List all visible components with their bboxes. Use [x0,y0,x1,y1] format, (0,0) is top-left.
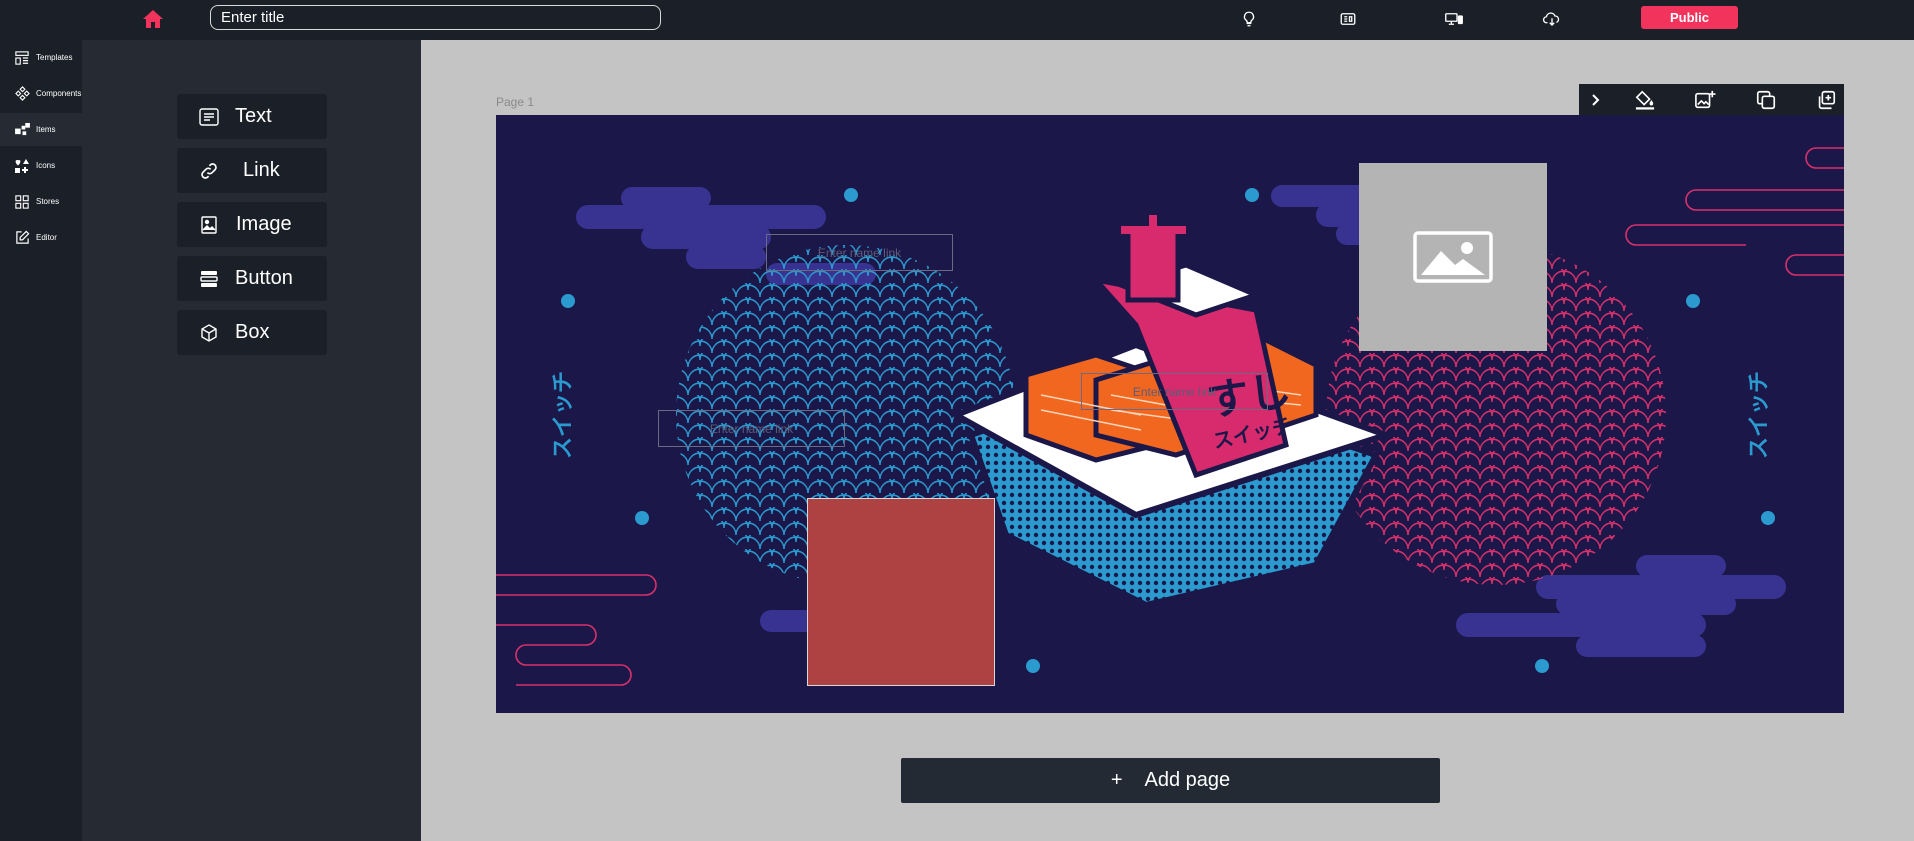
link-element[interactable]: Enter name link [766,234,953,271]
nav-label: Icons [36,161,56,170]
home-icon[interactable] [141,7,165,31]
stores-icon [14,194,30,210]
nav-item-editor[interactable]: Editor [0,221,82,254]
item-button-button[interactable]: Button [177,256,327,301]
item-label: Link [243,159,280,181]
items-panel: Text Link Image Button Box [82,40,421,841]
image-placeholder[interactable] [1359,163,1547,351]
nav-label: Items [36,125,56,134]
top-bar: Public [0,0,1914,40]
layout-icon[interactable] [1336,7,1360,31]
text-icon [199,107,219,127]
items-icon [14,122,30,138]
nav-item-templates[interactable]: Templates [0,41,82,74]
item-text-button[interactable]: Text [177,94,327,139]
item-label: Text [235,105,272,127]
nav-label: Editor [36,233,57,242]
button-icon [199,269,219,289]
image-placeholder-icon [1413,231,1493,283]
chevron-right-icon[interactable] [1584,88,1608,112]
side-text-left: スイッチ [551,371,576,459]
item-label: Button [235,267,293,289]
item-label: Image [236,213,292,235]
devices-icon[interactable] [1442,7,1466,31]
side-text-right: スイッチ [1747,371,1772,459]
templates-icon [14,50,30,66]
components-icon [14,86,30,102]
box-icon [199,323,219,343]
link-icon [199,161,219,181]
main-nav: Templates Components Items Icons Stores … [0,40,82,841]
item-box-button[interactable]: Box [177,310,327,355]
editor-icon [14,230,30,246]
nav-item-components[interactable]: Components [0,77,82,110]
download-cloud-icon[interactable] [1540,7,1564,31]
nav-label: Stores [36,197,60,206]
add-page-label: Add page [1144,769,1231,791]
page-toolbar [1579,84,1844,116]
add-image-icon[interactable] [1693,88,1717,112]
nav-item-stores[interactable]: Stores [0,185,82,218]
paint-bucket-icon[interactable] [1633,88,1657,112]
nav-label: Templates [36,53,73,62]
lightbulb-icon[interactable] [1237,7,1261,31]
link-element[interactable]: Enter name link [1081,373,1268,410]
add-page-icon[interactable] [1814,88,1838,112]
icons-icon [14,158,30,174]
link-element[interactable]: Enter name link [658,410,845,447]
nav-item-icons[interactable]: Icons [0,149,82,182]
title-input[interactable] [210,5,661,30]
page-canvas[interactable]: スイッチ スイッチ すし スイッチ Enter name link Enter … [496,115,1844,713]
nav-label: Components [36,89,82,98]
box-element[interactable] [807,498,995,686]
public-button[interactable]: Public [1641,6,1738,29]
item-label: Box [235,321,270,343]
add-page-button[interactable]: + Add page [901,758,1440,803]
image-icon [199,215,219,235]
item-link-button[interactable]: Link [177,148,327,193]
plus-icon: + [1110,769,1123,791]
duplicate-icon[interactable] [1754,88,1778,112]
nav-item-items[interactable]: Items [0,113,82,146]
item-image-button[interactable]: Image [177,202,327,247]
page-label: Page 1 [496,95,535,109]
